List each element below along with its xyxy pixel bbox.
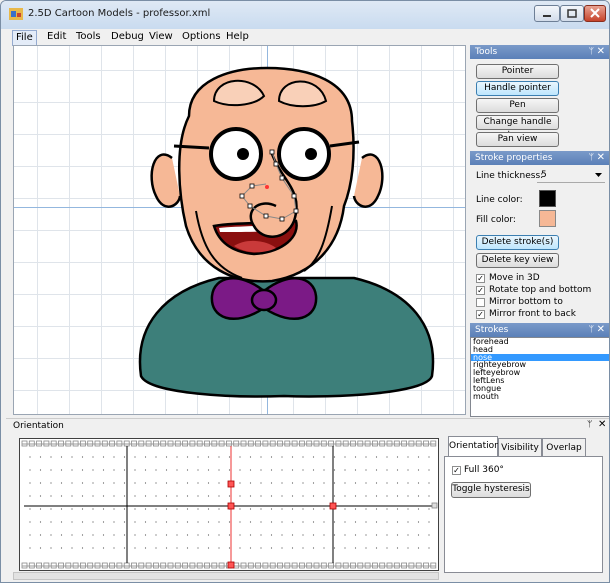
line-color-swatch[interactable] [539, 190, 556, 207]
list-item[interactable]: mouth [471, 392, 609, 401]
right-ear-stroke [352, 153, 384, 208]
handle-pointer-button[interactable]: Handle pointer [476, 81, 559, 96]
move-in-3d-label: Move in 3D [489, 273, 540, 283]
title-bar: 2.5D Cartoon Models - professor.xml [1, 1, 609, 29]
maximize-icon [567, 9, 577, 18]
window-title: 2.5D Cartoon Models - professor.xml [28, 8, 211, 19]
tab-orientation[interactable]: Orientation [448, 436, 500, 456]
orientation-panel-title: Orientation [13, 421, 64, 431]
close-icon[interactable]: ✕ [597, 45, 605, 59]
close-icon[interactable]: ✕ [597, 323, 605, 337]
change-handle-type-button[interactable]: Change handle type [476, 115, 559, 140]
pointer-button[interactable]: Pointer [476, 64, 559, 79]
menu-file[interactable]: File [12, 30, 37, 46]
menu-edit[interactable]: Edit [44, 30, 69, 44]
mirror-bottom-checkbox[interactable] [476, 298, 485, 307]
pin-icon[interactable]: ᛘ [589, 45, 594, 59]
mirror-bottom-label: Mirror bottom to [489, 297, 563, 307]
drawing-canvas[interactable] [13, 45, 466, 415]
fill-color-swatch[interactable] [539, 210, 556, 227]
close-icon[interactable]: ✕ [597, 151, 605, 165]
close-button[interactable] [584, 5, 606, 22]
cartoon-drawing [138, 66, 435, 398]
tools-panel-title: Tools [475, 47, 498, 57]
toggle-hysteresis-button[interactable]: Toggle hysteresis [451, 482, 531, 498]
pin-icon[interactable]: ᛘ [589, 323, 594, 337]
line-thickness-label: Line thickness: [476, 171, 544, 181]
menu-tools[interactable]: Tools [73, 30, 104, 44]
stroke-panel-title: Stroke properties [475, 153, 553, 163]
pen-button[interactable]: Pen [476, 98, 559, 113]
strokes-panel-title: Strokes [475, 325, 509, 335]
orientation-panel-header: Orientation ᛘ ✕ [6, 418, 609, 433]
tab-visibility[interactable]: Visibility [498, 438, 542, 456]
stroke-panel-header: Stroke properties ᛘ ✕ [470, 151, 609, 165]
menu-view[interactable]: View [146, 30, 176, 44]
mirror-front-back-checkbox[interactable]: ✓ [476, 310, 485, 319]
maximize-button[interactable] [560, 5, 584, 22]
tab-overlap[interactable]: Overlap [542, 438, 586, 456]
move-in-3d-checkbox[interactable]: ✓ [476, 274, 485, 283]
delete-strokes-button[interactable]: Delete stroke(s) [476, 235, 559, 250]
menu-bar: File Edit Tools Debug View Options Help [1, 29, 609, 46]
close-icon [590, 8, 600, 18]
app-icon [9, 8, 23, 20]
full-360-label: Full 360° [464, 465, 504, 475]
orientation-grid-graphic [21, 440, 438, 569]
fill-color-label: Fill color: [476, 215, 516, 225]
line-thickness-select[interactable]: 5 [537, 168, 605, 183]
left-lens-stroke [209, 127, 263, 181]
pin-icon[interactable]: ᛘ [587, 420, 592, 430]
menu-options[interactable]: Options [179, 30, 224, 44]
line-thickness-value: 5 [541, 170, 547, 180]
pan-view-button[interactable]: Pan view [476, 132, 559, 147]
minimize-button[interactable] [534, 5, 560, 22]
strokes-list[interactable]: forehead head nose righteyebrow lefteyeb… [470, 337, 609, 417]
rotate-top-bottom-label: Rotate top and bottom [489, 285, 592, 295]
right-lens-stroke [277, 127, 331, 181]
mirror-front-back-label: Mirror front to back [489, 309, 576, 319]
line-color-label: Line color: [476, 195, 523, 205]
rotate-top-bottom-checkbox[interactable]: ✓ [476, 286, 485, 295]
left-ear-stroke [150, 153, 182, 208]
pin-icon[interactable]: ᛘ [589, 151, 594, 165]
full-360-checkbox[interactable]: ✓ [452, 466, 461, 475]
delete-key-view-button[interactable]: Delete key view [476, 253, 559, 268]
orientation-scrollbar[interactable] [13, 572, 439, 580]
minimize-icon [543, 15, 551, 17]
menu-debug[interactable]: Debug [108, 30, 147, 44]
menu-help[interactable]: Help [223, 30, 252, 44]
close-icon[interactable]: ✕ [598, 419, 606, 430]
orientation-grid[interactable] [19, 438, 439, 571]
strokes-panel-header: Strokes ᛘ ✕ [470, 323, 609, 337]
chevron-down-icon [595, 173, 602, 177]
tools-panel-header: Tools ᛘ ✕ [470, 45, 609, 59]
main-window: 2.5D Cartoon Models - professor.xml File… [0, 0, 610, 583]
